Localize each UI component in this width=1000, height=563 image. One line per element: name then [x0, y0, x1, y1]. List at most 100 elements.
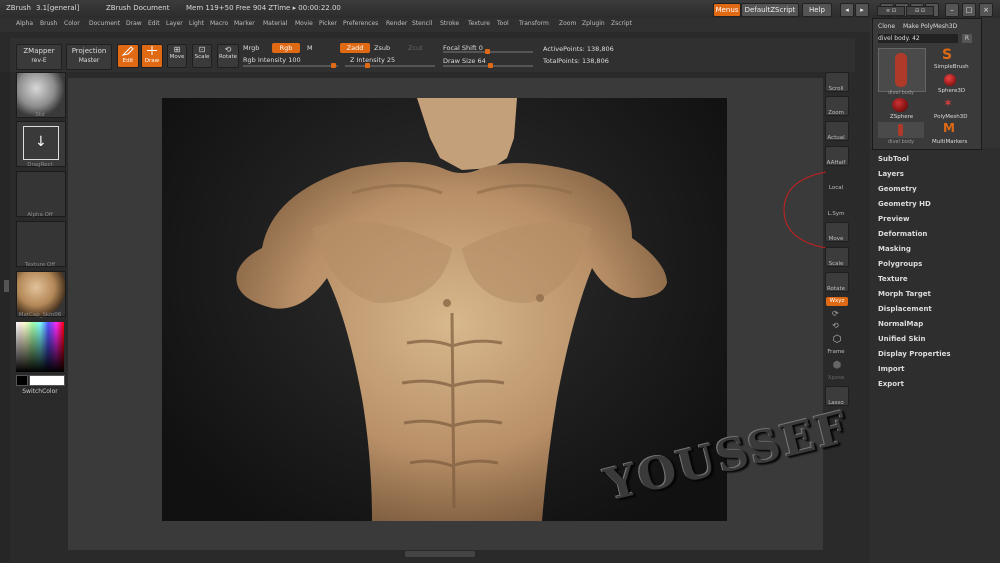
sym-icon-1[interactable]: ⟳ [832, 309, 839, 318]
z-intensity-slider[interactable] [345, 63, 435, 68]
menu-preferences[interactable]: Preferences [343, 20, 378, 27]
minimize-icon[interactable]: – [945, 3, 959, 17]
draw-button[interactable]: Draw [141, 44, 163, 68]
menu-picker[interactable]: Picker [319, 20, 337, 27]
menu-marker[interactable]: Marker [234, 20, 255, 27]
zsphere-icon[interactable] [892, 98, 908, 112]
projection-master-button[interactable]: Projection Master [66, 44, 112, 70]
tool-thumb-divel-body-2[interactable] [878, 122, 924, 138]
simplebrush-icon[interactable]: S [942, 47, 952, 63]
menu-normalmap[interactable]: NormalMap [878, 320, 923, 328]
menu-brush[interactable]: Brush [40, 20, 57, 27]
figure-icon [895, 53, 907, 87]
stroke-thumbnail[interactable]: ↓ [16, 121, 66, 167]
menu-edit[interactable]: Edit [148, 20, 160, 27]
menu-zoom[interactable]: Zoom [559, 20, 576, 27]
main-color-swatch[interactable] [29, 375, 65, 386]
sphere3d-icon[interactable] [944, 74, 956, 86]
menu-import[interactable]: Import [878, 365, 905, 373]
zcut-button[interactable]: Zcut [408, 44, 423, 52]
menu-texture[interactable]: Texture [468, 20, 490, 27]
mrgb-button[interactable]: Mrgb [243, 44, 259, 52]
menus-button[interactable]: Menus [713, 3, 741, 17]
menu-unified-skin[interactable]: Unified Skin [878, 335, 926, 343]
default-zscript-button[interactable]: DefaultZScript [741, 3, 799, 17]
secondary-color-swatch[interactable] [16, 375, 28, 386]
menu-geometry[interactable]: Geometry [878, 185, 917, 193]
menu-layers[interactable]: Layers [878, 170, 904, 178]
xpose-icon[interactable]: ⬢ [827, 360, 847, 374]
focal-shift-slider[interactable] [443, 49, 533, 54]
xyz-toggle[interactable]: Wxyz [826, 297, 848, 306]
layers-toggle-button[interactable]: ⊟ ⊡ [906, 6, 934, 16]
menu-preview[interactable]: Preview [878, 215, 910, 223]
menu-draw[interactable]: Draw [126, 20, 142, 27]
menu-texture-tool[interactable]: Texture [878, 275, 908, 283]
color-picker[interactable] [16, 322, 64, 372]
current-tool-slider[interactable]: divel body. 42 [878, 34, 958, 43]
menu-document[interactable]: Document [89, 20, 120, 27]
menu-masking[interactable]: Masking [878, 245, 911, 253]
menu-deformation[interactable]: Deformation [878, 230, 927, 238]
tool-thumb-divel-body[interactable] [878, 48, 926, 92]
make-polymesh-button[interactable]: Make PolyMesh3D [903, 23, 957, 30]
draw-size-slider[interactable] [443, 63, 533, 68]
menu-movie[interactable]: Movie [295, 20, 313, 27]
texture-thumbnail[interactable] [16, 221, 66, 267]
zsub-button[interactable]: Zsub [374, 44, 390, 52]
menu-morph-target[interactable]: Morph Target [878, 290, 931, 298]
move-button[interactable]: ⊞ Move [167, 44, 187, 68]
edit-button[interactable]: Edit [117, 44, 139, 68]
menu-transform[interactable]: Transform [519, 20, 549, 27]
menu-subtool[interactable]: SubTool [878, 155, 909, 163]
focal-shift-knob[interactable] [485, 49, 490, 54]
menu-stencil[interactable]: Stencil [412, 20, 432, 27]
zmapper-button[interactable]: ZMapper rev-E [16, 44, 62, 70]
menu-geometry-hd[interactable]: Geometry HD [878, 200, 931, 208]
menu-material[interactable]: Material [263, 20, 287, 27]
zadd-button[interactable]: Zadd [340, 43, 370, 53]
menu-render[interactable]: Render [386, 20, 407, 27]
menu-light[interactable]: Light [189, 20, 204, 27]
rgb-intensity-knob[interactable] [331, 63, 336, 68]
menu-layer[interactable]: Layer [166, 20, 183, 27]
left-tray-strip[interactable] [0, 72, 10, 562]
z-intensity-knob[interactable] [365, 63, 370, 68]
help-button[interactable]: Help [802, 3, 832, 17]
multimarkers-icon[interactable]: M [943, 121, 955, 135]
polyframe-icon[interactable]: ⬡ [827, 334, 847, 348]
material-thumbnail[interactable] [16, 271, 66, 317]
rgb-intensity-slider[interactable] [243, 63, 338, 68]
bottom-scroll-handle[interactable] [405, 551, 475, 557]
sym-icon-2[interactable]: ⟲ [832, 321, 839, 330]
menu-macro[interactable]: Macro [210, 20, 228, 27]
arrow-left-icon[interactable]: ◂ [840, 3, 854, 17]
clone-button[interactable]: Clone [878, 23, 895, 30]
menu-display-properties[interactable]: Display Properties [878, 350, 951, 358]
tool-label-2: ZSphere [890, 114, 914, 120]
polymesh3d-icon[interactable]: ✶ [943, 96, 953, 110]
close-icon[interactable]: × [979, 3, 993, 17]
subtool-toggle-button[interactable]: ≡ ⊡ [877, 6, 905, 16]
alpha-thumbnail[interactable] [16, 171, 66, 217]
menu-export[interactable]: Export [878, 380, 904, 388]
menu-color[interactable]: Color [64, 20, 80, 27]
menu-polygroups[interactable]: Polygroups [878, 260, 922, 268]
rgb-button[interactable]: Rgb [272, 43, 300, 53]
left-tray-handle[interactable] [4, 280, 9, 292]
menu-displacement[interactable]: Displacement [878, 305, 932, 313]
r-button[interactable]: R [962, 34, 972, 43]
draw-size-knob[interactable] [488, 63, 493, 68]
rotate-button[interactable]: ⟲ Rotate [217, 44, 239, 68]
menu-tool[interactable]: Tool [497, 20, 509, 27]
m-button[interactable]: M [307, 44, 313, 52]
switch-color-button[interactable]: SwitchColor [16, 388, 64, 395]
maximize-icon[interactable]: □ [962, 3, 976, 17]
projection-label: Projection [71, 47, 107, 55]
menu-zplugin[interactable]: Zplugin [582, 20, 605, 27]
menu-zscript[interactable]: Zscript [611, 20, 632, 27]
menu-alpha[interactable]: Alpha [16, 20, 33, 27]
scale-button[interactable]: ⊡ Scale [192, 44, 212, 68]
arrow-right-icon[interactable]: ▸ [855, 3, 869, 17]
menu-stroke[interactable]: Stroke [440, 20, 459, 27]
